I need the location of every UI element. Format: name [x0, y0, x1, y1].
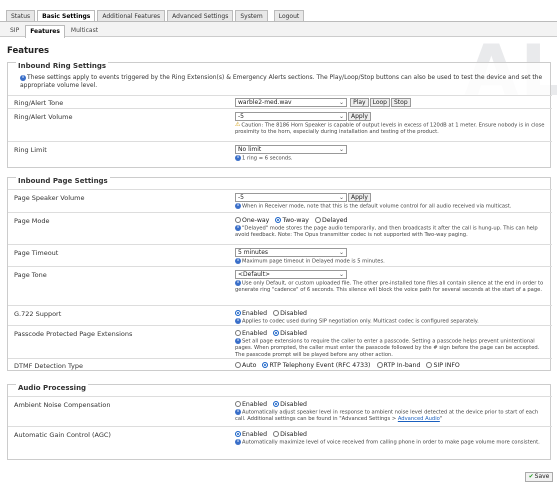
- ring-limit-note: i1 ring = 6 seconds.: [235, 155, 550, 162]
- radio-g722-enabled[interactable]: [235, 310, 241, 316]
- info-icon: i: [235, 203, 241, 209]
- ring-limit-row: Ring Limit No limit ⌄ i1 ring = 6 seconds…: [8, 141, 552, 169]
- radio-agc-enabled[interactable]: [235, 431, 241, 437]
- advanced-audio-link[interactable]: Advanced Audio: [398, 416, 440, 422]
- info-icon: i: [235, 338, 241, 344]
- agc-note: i Automatically maximize level of voice r…: [235, 439, 550, 446]
- ring-volume-label: Ring/Alert Volume: [14, 113, 73, 121]
- page-tone-row: Page Tone <Default> ⌄ i Use only Default, …: [8, 266, 552, 305]
- tab-status[interactable]: Status: [6, 10, 36, 21]
- top-tab-bar: Status Basic Settings Additional Feature…: [6, 10, 306, 21]
- ring-volume-apply-button[interactable]: Apply: [348, 112, 371, 121]
- page-timeout-select[interactable]: 5 minutes ⌄: [235, 248, 347, 257]
- radio-dtmf-rtp-event[interactable]: [262, 362, 269, 368]
- radio-dtmf-rtp-inband[interactable]: [376, 362, 383, 368]
- page-volume-select[interactable]: -5 ⌄: [235, 193, 347, 202]
- radio-anc-enabled[interactable]: [235, 401, 241, 407]
- radio-delayed[interactable]: [314, 217, 321, 223]
- page-volume-note: i When in Receiver mode, note that this i…: [235, 203, 550, 210]
- info-icon: i: [235, 409, 241, 415]
- page-tone-note: i Use only Default, or custom uploaded fi…: [235, 280, 544, 293]
- chevron-down-icon: ⌄: [338, 271, 344, 278]
- warning-icon: ⚠: [235, 121, 241, 128]
- audio-processing-section: Audio Processing Ambient Noise Compensat…: [7, 384, 552, 461]
- subtab-sip[interactable]: SIP: [6, 25, 23, 38]
- anc-note: i Automatically adjust speaker level in r…: [235, 409, 539, 422]
- ring-volume-row: Ring/Alert Volume -5 ⌄ Apply ⚠Caution: The…: [8, 108, 552, 141]
- agc-label: Automatic Gain Control (AGC): [14, 431, 111, 439]
- page-volume-row: Page Speaker Volume -5 ⌄ Apply i When in Re…: [8, 189, 552, 212]
- subtab-multicast[interactable]: Multicast: [67, 25, 102, 38]
- info-icon: i: [235, 280, 241, 286]
- page-settings-section: Inbound Page Settings Page Speaker Volum…: [7, 177, 552, 372]
- ring-settings-section: Inbound Ring Settings i These settings ap…: [7, 62, 552, 169]
- ring-volume-select[interactable]: -5 ⌄: [235, 112, 347, 121]
- info-icon: i: [20, 74, 26, 81]
- subtab-features[interactable]: Features: [25, 25, 65, 38]
- agc-row: Automatic Gain Control (AGC) Enabled Dis…: [8, 426, 552, 461]
- page-mode-row: Page Mode One-way Two-way Delayed i "Dela…: [8, 212, 552, 244]
- tab-logout[interactable]: Logout: [273, 10, 305, 21]
- radio-dtmf-sip-info[interactable]: [426, 362, 433, 368]
- tab-advanced-settings[interactable]: Advanced Settings: [167, 10, 234, 21]
- g722-label: G.722 Support: [14, 310, 62, 318]
- chevron-down-icon: ⌄: [338, 113, 344, 120]
- radio-g722-disabled[interactable]: [273, 310, 280, 316]
- radio-passcode-enabled[interactable]: [235, 330, 241, 336]
- stop-button[interactable]: Stop: [390, 98, 411, 107]
- page-mode-note: i "Delayed" mode stores the page audio te…: [235, 225, 538, 238]
- passcode-row: Passcode Protected Page Extensions Enabl…: [8, 325, 552, 358]
- page-mode-label: Page Mode: [14, 217, 50, 225]
- dtmf-row: DTMF Detection Type Auto RTP Telephony E…: [8, 358, 552, 372]
- save-button[interactable]: ✔Save: [525, 472, 553, 482]
- info-icon: i: [235, 155, 241, 161]
- page-section-title: Inbound Page Settings: [16, 177, 110, 185]
- passcode-label: Passcode Protected Page Extensions: [14, 330, 133, 338]
- page-volume-apply-button[interactable]: Apply: [348, 193, 371, 202]
- radio-agc-disabled[interactable]: [273, 431, 280, 437]
- g722-row: G.722 Support Enabled Disabled i Applies …: [8, 305, 552, 325]
- page-timeout-note: i Maximum page timeout in Delayed mode is…: [235, 258, 550, 265]
- g722-note: i Applies to codec used during SIP negoti…: [235, 318, 550, 325]
- chevron-down-icon: ⌄: [338, 146, 344, 153]
- play-button[interactable]: Play: [350, 98, 369, 107]
- dtmf-label: DTMF Detection Type: [14, 362, 83, 370]
- anc-row: Ambient Noise Compensation Enabled Disab…: [8, 396, 552, 426]
- anc-label: Ambient Noise Compensation: [14, 401, 111, 409]
- chevron-down-icon: ⌄: [338, 194, 344, 201]
- radio-anc-disabled[interactable]: [273, 401, 280, 407]
- ring-volume-caution: ⚠Caution: The 8186 Horn Speaker is capab…: [235, 121, 545, 136]
- radio-passcode-disabled[interactable]: [273, 330, 280, 336]
- ring-limit-label: Ring Limit: [14, 146, 47, 154]
- ring-tone-row: Ring/Alert Tone warble2-med.wav ⌄ Play Loo…: [8, 95, 552, 108]
- radio-one-way[interactable]: [235, 217, 241, 223]
- ring-tone-label: Ring/Alert Tone: [14, 99, 64, 107]
- tab-basic-settings[interactable]: Basic Settings: [37, 10, 96, 21]
- chevron-down-icon: ⌄: [338, 249, 344, 256]
- tab-system[interactable]: System: [235, 10, 268, 21]
- ring-section-title: Inbound Ring Settings: [16, 62, 109, 70]
- page-tone-select[interactable]: <Default> ⌄: [235, 270, 347, 279]
- chevron-down-icon: ⌄: [338, 99, 344, 106]
- info-icon: i: [235, 318, 241, 324]
- info-icon: i: [235, 258, 241, 264]
- page-timeout-row: Page Timeout 5 minutes ⌄ i Maximum page ti…: [8, 244, 552, 266]
- passcode-note: i Set all page extensions to require the …: [235, 338, 540, 358]
- audio-section-title: Audio Processing: [16, 384, 89, 392]
- page-volume-label: Page Speaker Volume: [14, 194, 85, 202]
- page-tone-label: Page Tone: [14, 271, 47, 279]
- checkmark-icon: ✔: [528, 473, 534, 480]
- radio-two-way[interactable]: [275, 217, 282, 223]
- ring-tone-select[interactable]: warble2-med.wav ⌄: [235, 98, 347, 107]
- info-icon: i: [235, 439, 241, 445]
- ring-limit-select[interactable]: No limit ⌄: [235, 145, 347, 154]
- loop-button[interactable]: Loop: [369, 98, 390, 107]
- page-title: Features: [7, 46, 50, 56]
- page-timeout-label: Page Timeout: [14, 249, 59, 257]
- tab-additional-features[interactable]: Additional Features: [97, 10, 166, 21]
- ring-section-info: i These settings apply to events triggere…: [20, 74, 543, 89]
- radio-dtmf-auto[interactable]: [235, 362, 241, 368]
- info-icon: i: [235, 225, 241, 231]
